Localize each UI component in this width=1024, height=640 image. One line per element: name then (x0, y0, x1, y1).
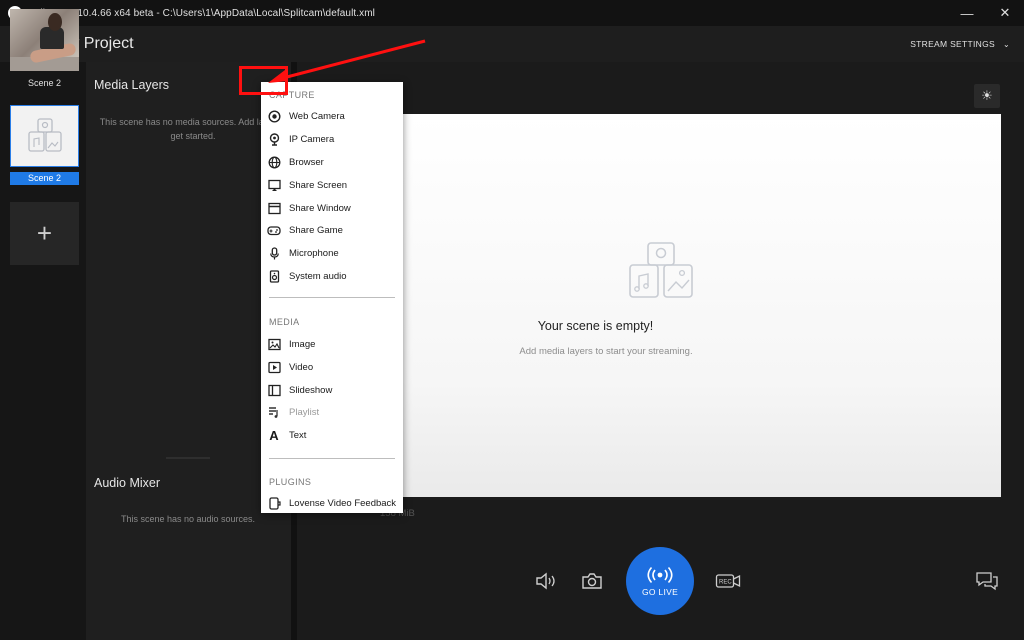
menu-section-media: MEDIA (269, 317, 300, 327)
stream-settings-label: STREAM SETTINGS (910, 39, 995, 49)
broadcast-icon (647, 566, 673, 583)
image-icon (267, 337, 281, 351)
plugin-icon (267, 496, 281, 510)
go-live-label: GO LIVE (641, 586, 679, 597)
brightness-icon[interactable]: ☀ (974, 84, 1000, 108)
menu-item-ip-camera[interactable]: IP Camera (265, 129, 401, 149)
menu-separator (269, 458, 395, 459)
app-header: My Project STREAM SETTINGS ⌄ (0, 26, 1024, 62)
scene-label-1: Scene 2 (27, 78, 62, 88)
menu-item-lovense-video-feedback[interactable]: Lovense Video Feedback (265, 493, 401, 513)
annotation-highlight-box (239, 66, 288, 95)
stream-settings-button[interactable]: STREAM SETTINGS ⌄ (910, 39, 1010, 49)
svg-text:REC: REC (719, 580, 732, 586)
empty-scene-subtitle: Add media layers to start your streaming… (519, 346, 693, 357)
empty-scene-icon (629, 242, 693, 298)
media-layers-title: Media Layers (94, 78, 170, 92)
menu-item-web-camera[interactable]: Web Camera (265, 106, 401, 126)
title-bar: SplitCam v10.4.66 x64 beta - C:\Users\1\… (0, 0, 1024, 26)
media-placeholder-icon (27, 118, 62, 152)
close-icon[interactable]: ✕ (986, 0, 1024, 26)
menu-item-system-audio[interactable]: System audio (265, 266, 401, 286)
menu-item-playlist[interactable]: Playlist (265, 402, 401, 422)
menu-item-share-window[interactable]: Share Window (265, 198, 401, 218)
globe-icon (267, 155, 281, 169)
video-icon (267, 360, 281, 374)
volume-icon[interactable] (534, 571, 558, 591)
slideshow-icon (267, 383, 281, 397)
ip-camera-icon (267, 132, 281, 146)
scene-label-2: Scene 2 (10, 172, 79, 185)
screenshot-camera-icon[interactable] (581, 571, 603, 591)
menu-item-share-game[interactable]: Share Game (265, 220, 401, 240)
microphone-icon (267, 246, 281, 260)
menu-item-microphone[interactable]: Microphone (265, 243, 401, 263)
gamepad-icon (267, 223, 281, 237)
menu-item-slideshow[interactable]: Slideshow (265, 380, 401, 400)
text-icon: A (269, 427, 279, 443)
minimize-icon[interactable]: — (948, 0, 986, 26)
audio-mixer-empty-text: This scene has no audio sources. (120, 514, 256, 524)
media-layers-empty-text: This scene has no media sources. Add lay… (99, 117, 287, 141)
scene-thumbnail-1[interactable] (10, 9, 79, 71)
go-live-button[interactable]: GO LIVE (626, 547, 694, 615)
menu-item-image[interactable]: Image (265, 334, 401, 354)
monitor-icon (267, 178, 281, 192)
menu-item-video[interactable]: Video (265, 357, 401, 377)
webcam-icon (267, 109, 281, 123)
speaker-icon (267, 269, 281, 283)
menu-item-text[interactable]: A Text (265, 425, 401, 445)
chevron-down-icon: ⌄ (1002, 39, 1010, 49)
add-scene-button[interactable]: + (10, 202, 79, 265)
menu-separator (269, 297, 395, 298)
menu-section-plugins: PLUGINS (269, 477, 312, 487)
panel-splitter[interactable] (166, 457, 210, 459)
record-icon[interactable]: REC (715, 573, 741, 589)
add-layer-menu: CAPTURE Web Camera IP Camera Browser Sha… (261, 82, 403, 513)
menu-item-share-screen[interactable]: Share Screen (265, 175, 401, 195)
window-controls: — ✕ (948, 0, 1024, 26)
scene-thumbnail-2[interactable] (10, 105, 79, 167)
playlist-icon (267, 405, 281, 419)
chat-icon[interactable] (975, 571, 999, 591)
menu-item-browser[interactable]: Browser (265, 152, 401, 172)
window-icon (267, 201, 281, 215)
audio-mixer-title: Audio Mixer (94, 476, 160, 490)
window-title: SplitCam v10.4.66 x64 beta - C:\Users\1\… (28, 7, 376, 19)
